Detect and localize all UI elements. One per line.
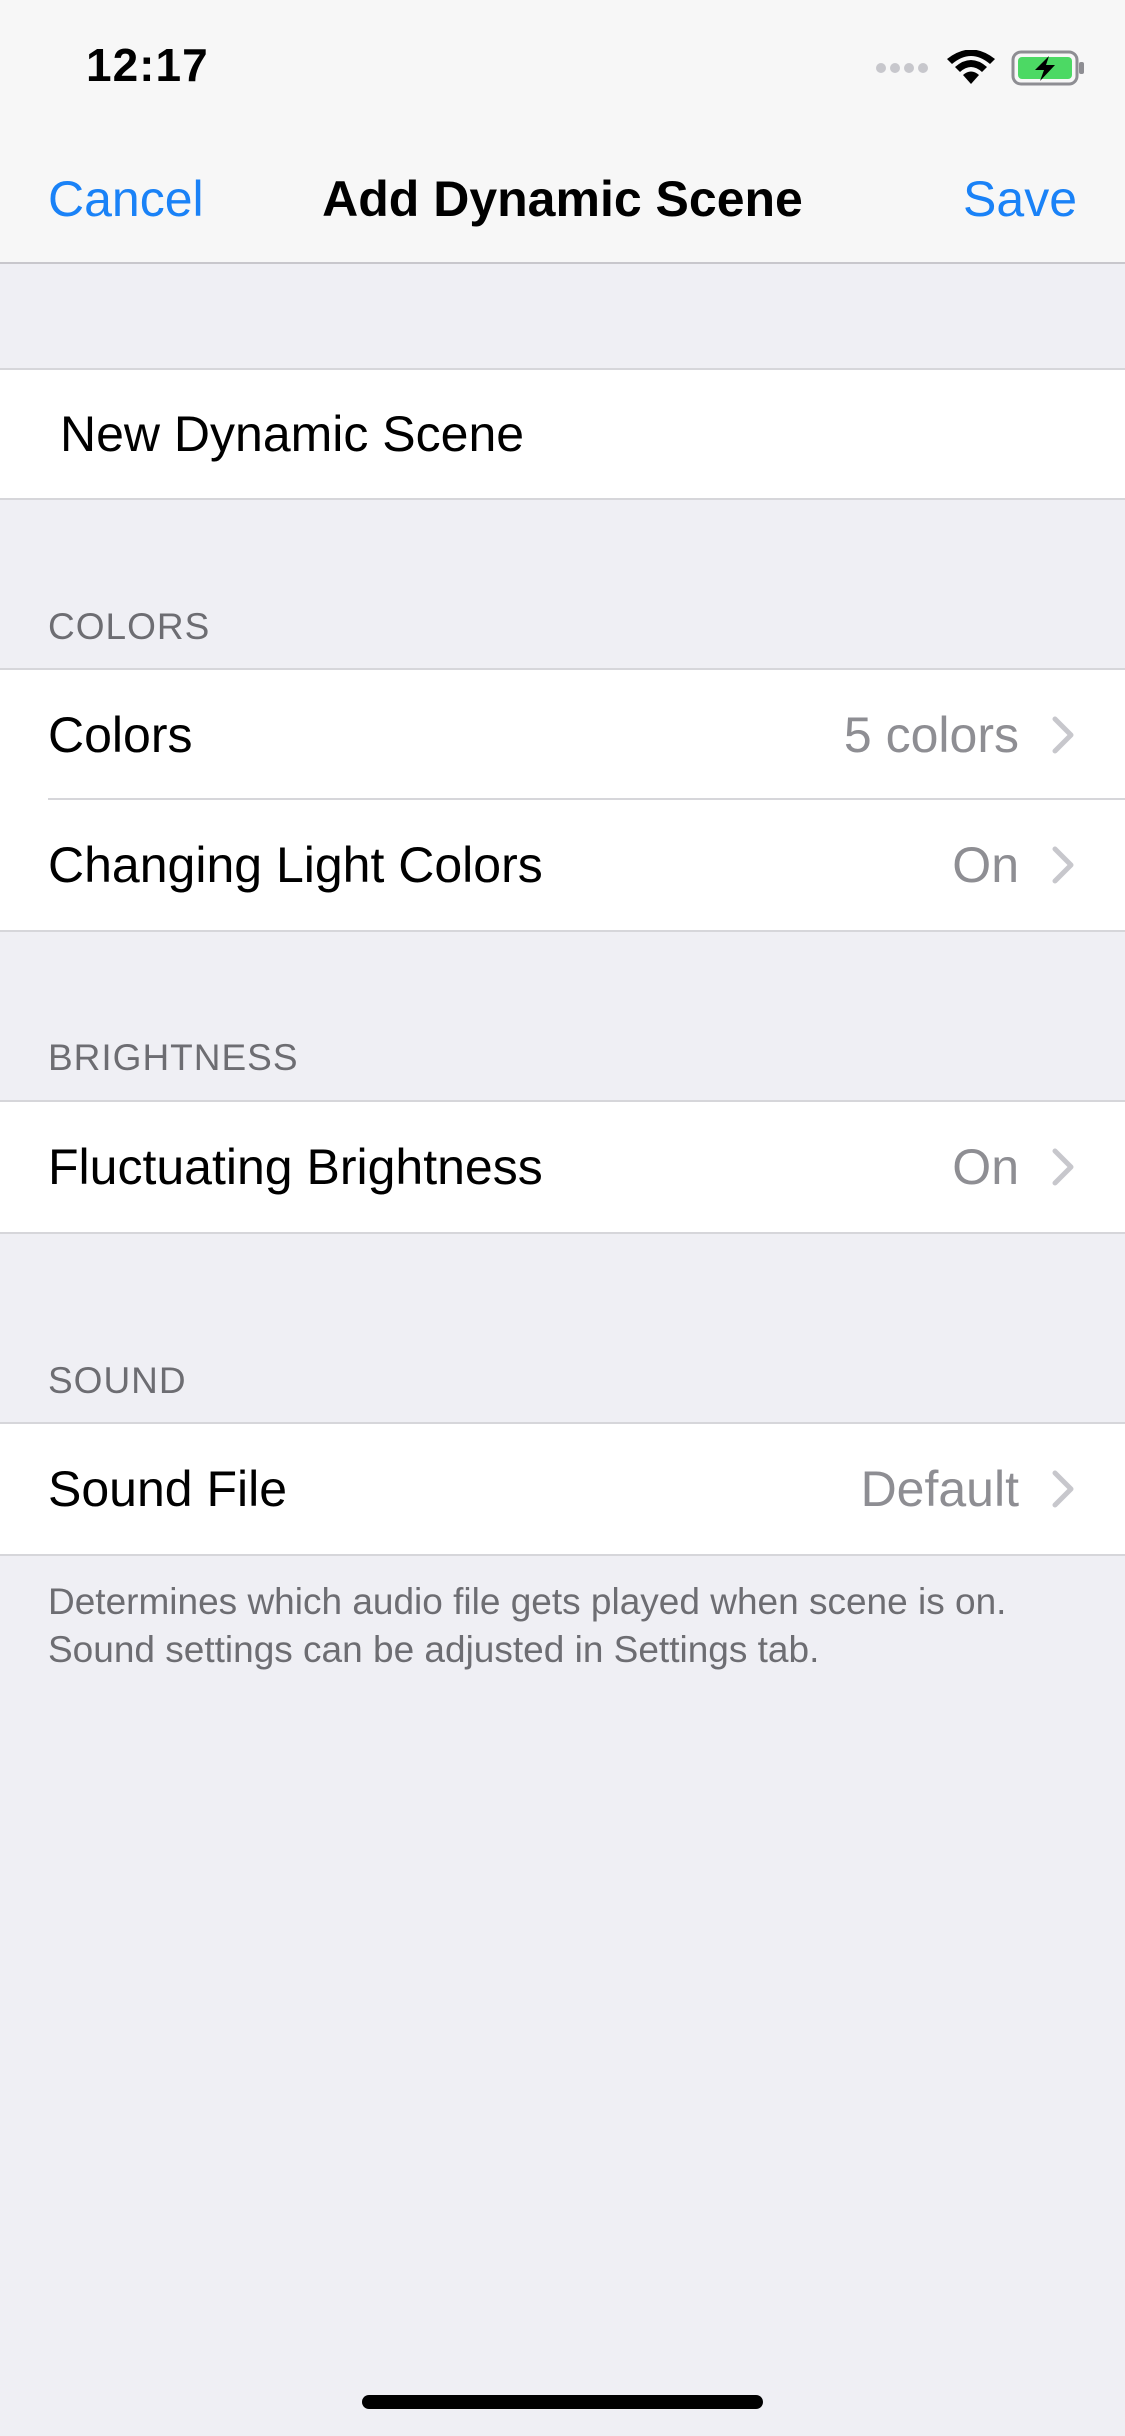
navigation-bar: Cancel Add Dynamic Scene Save	[0, 132, 1125, 264]
row-label: Sound File	[48, 1461, 288, 1517]
chevron-right-icon	[1052, 1148, 1074, 1186]
row-label: Fluctuating Brightness	[48, 1139, 543, 1195]
chevron-right-icon	[1052, 1470, 1074, 1508]
brightness-group: Fluctuating Brightness On	[0, 1100, 1125, 1234]
row-changing-light-colors[interactable]: Changing Light Colors On	[0, 800, 1125, 930]
row-label: Colors	[48, 707, 193, 763]
row-fluctuating-brightness[interactable]: Fluctuating Brightness On	[0, 1102, 1125, 1232]
page-title: Add Dynamic Scene	[322, 171, 803, 227]
row-value: Default	[860, 1461, 1019, 1517]
home-indicator[interactable]	[362, 2395, 763, 2409]
wifi-icon	[947, 50, 995, 84]
status-bar: 12:17	[0, 0, 1125, 132]
chevron-right-icon	[1052, 846, 1074, 884]
name-group	[0, 368, 1125, 500]
save-button[interactable]: Save	[963, 170, 1077, 228]
section-header-colors: COLORS	[48, 606, 211, 647]
colors-group: Colors 5 colors Changing Light Colors On	[0, 668, 1125, 932]
row-label: Changing Light Colors	[48, 837, 543, 893]
sound-footer-note: Determines which audio file gets played …	[48, 1581, 1007, 1670]
row-value: On	[952, 1139, 1019, 1195]
battery-charging-icon	[1011, 50, 1084, 86]
scene-name-input[interactable]	[60, 370, 1060, 498]
row-colors[interactable]: Colors 5 colors	[0, 670, 1125, 800]
row-value: On	[952, 837, 1019, 893]
row-sound-file[interactable]: Sound File Default	[0, 1424, 1125, 1554]
section-header-brightness: BRIGHTNESS	[48, 1037, 299, 1078]
signal-dots-icon	[876, 63, 928, 73]
section-header-sound: SOUND	[48, 1360, 187, 1401]
status-icons	[875, 48, 1085, 88]
status-time: 12:17	[86, 39, 209, 91]
row-value: 5 colors	[843, 707, 1019, 763]
sound-group: Sound File Default	[0, 1422, 1125, 1556]
chevron-right-icon	[1052, 716, 1074, 754]
